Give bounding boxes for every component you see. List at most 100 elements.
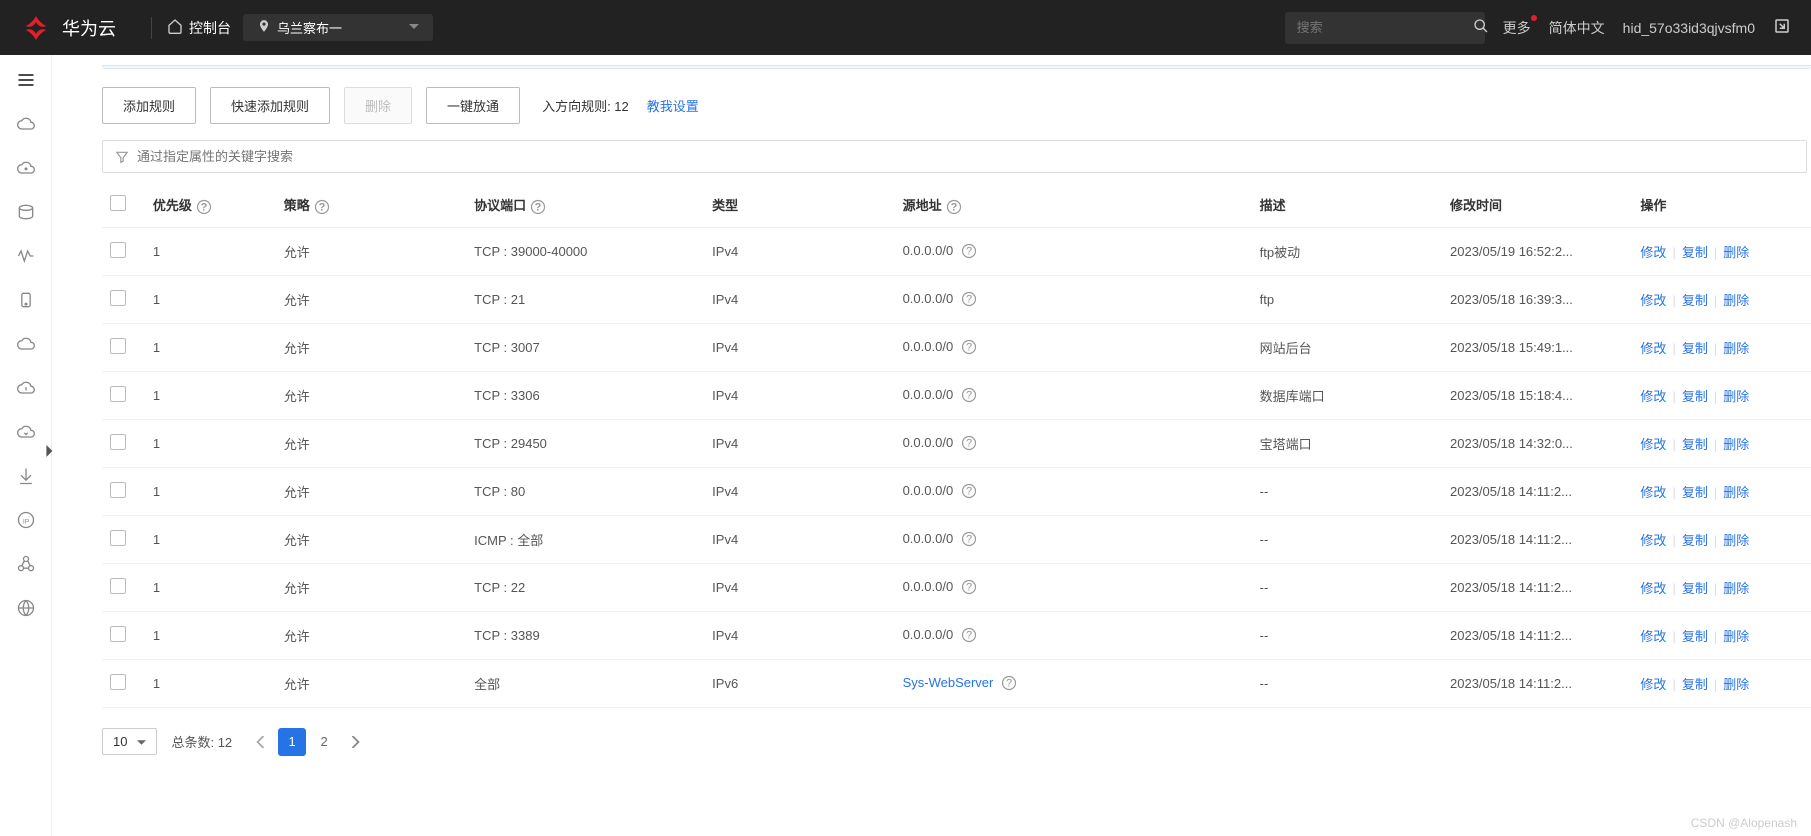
row-checkbox[interactable] bbox=[110, 386, 126, 402]
cell-source: 0.0.0.0/0 ? bbox=[895, 515, 1252, 563]
edit-link[interactable]: 修改 bbox=[1640, 437, 1666, 452]
copy-link[interactable]: 复制 bbox=[1682, 629, 1708, 644]
cell-priority: 1 bbox=[145, 467, 276, 515]
select-all-checkbox[interactable] bbox=[110, 195, 126, 211]
copy-link[interactable]: 复制 bbox=[1682, 533, 1708, 548]
delete-link[interactable]: 删除 bbox=[1723, 533, 1749, 548]
nav-device-icon[interactable] bbox=[15, 289, 37, 311]
console-link[interactable]: 控制台 bbox=[167, 18, 231, 38]
more-link[interactable]: 更多 bbox=[1503, 18, 1531, 38]
cell-actions: 修改|复制|删除 bbox=[1632, 227, 1811, 275]
copy-link[interactable]: 复制 bbox=[1682, 437, 1708, 452]
help-icon[interactable]: ? bbox=[314, 199, 330, 215]
help-icon[interactable]: ? bbox=[961, 531, 977, 547]
delete-link[interactable]: 删除 bbox=[1723, 293, 1749, 308]
copy-link[interactable]: 复制 bbox=[1682, 293, 1708, 308]
delete-link[interactable]: 删除 bbox=[1723, 245, 1749, 260]
help-icon[interactable]: ? bbox=[946, 199, 962, 215]
delete-link[interactable]: 删除 bbox=[1723, 629, 1749, 644]
search-input[interactable] bbox=[1297, 20, 1473, 35]
page-2-button[interactable]: 2 bbox=[310, 728, 338, 756]
menu-icon[interactable] bbox=[15, 69, 37, 91]
add-rule-button[interactable]: 添加规则 bbox=[102, 87, 196, 124]
edit-link[interactable]: 修改 bbox=[1640, 341, 1666, 356]
delete-link[interactable]: 删除 bbox=[1723, 437, 1749, 452]
help-icon[interactable]: ? bbox=[961, 483, 977, 499]
svg-text:?: ? bbox=[966, 438, 972, 450]
nav-cloud4-icon[interactable] bbox=[15, 377, 37, 399]
console-label: 控制台 bbox=[189, 18, 231, 38]
nav-server-icon[interactable] bbox=[15, 201, 37, 223]
cell-source: 0.0.0.0/0 ? bbox=[895, 467, 1252, 515]
row-checkbox[interactable] bbox=[110, 578, 126, 594]
copy-link[interactable]: 复制 bbox=[1682, 677, 1708, 692]
chevron-right-icon[interactable] bbox=[46, 445, 54, 460]
row-checkbox[interactable] bbox=[110, 434, 126, 450]
delete-link[interactable]: 删除 bbox=[1723, 341, 1749, 356]
edit-link[interactable]: 修改 bbox=[1640, 629, 1666, 644]
region-selector[interactable]: 乌兰察布一 bbox=[243, 14, 433, 41]
copy-link[interactable]: 复制 bbox=[1682, 581, 1708, 596]
filter-bar[interactable] bbox=[102, 140, 1807, 173]
cell-protocol: TCP : 3306 bbox=[466, 371, 704, 419]
row-checkbox[interactable] bbox=[110, 626, 126, 642]
help-icon[interactable]: ? bbox=[1001, 675, 1017, 691]
help-icon[interactable]: ? bbox=[961, 387, 977, 403]
help-icon[interactable]: ? bbox=[961, 291, 977, 307]
help-icon[interactable]: ? bbox=[961, 627, 977, 643]
nav-cloud5-icon[interactable] bbox=[15, 421, 37, 443]
col-priority: 优先级 bbox=[153, 198, 192, 213]
cell-protocol: TCP : 29450 bbox=[466, 419, 704, 467]
edit-link[interactable]: 修改 bbox=[1640, 389, 1666, 404]
help-icon[interactable]: ? bbox=[196, 199, 212, 215]
search-icon[interactable] bbox=[1473, 18, 1489, 37]
cell-protocol: TCP : 39000-40000 bbox=[466, 227, 704, 275]
language-switch[interactable]: 简体中文 bbox=[1549, 18, 1605, 38]
copy-link[interactable]: 复制 bbox=[1682, 485, 1708, 500]
edit-link[interactable]: 修改 bbox=[1640, 581, 1666, 596]
global-search[interactable] bbox=[1285, 12, 1485, 44]
copy-link[interactable]: 复制 bbox=[1682, 341, 1708, 356]
row-checkbox[interactable] bbox=[110, 290, 126, 306]
help-icon[interactable]: ? bbox=[961, 243, 977, 259]
nav-globe-icon[interactable] bbox=[15, 597, 37, 619]
help-icon[interactable]: ? bbox=[961, 579, 977, 595]
quick-add-rule-button[interactable]: 快速添加规则 bbox=[210, 87, 330, 124]
nav-arrow-icon[interactable] bbox=[15, 465, 37, 487]
help-icon[interactable]: ? bbox=[961, 435, 977, 451]
open-all-button[interactable]: 一键放通 bbox=[426, 87, 520, 124]
nav-nodes-icon[interactable] bbox=[15, 553, 37, 575]
edit-link[interactable]: 修改 bbox=[1640, 533, 1666, 548]
help-icon[interactable]: ? bbox=[530, 199, 546, 215]
row-checkbox[interactable] bbox=[110, 338, 126, 354]
external-icon[interactable] bbox=[1773, 17, 1791, 38]
edit-link[interactable]: 修改 bbox=[1640, 677, 1666, 692]
edit-link[interactable]: 修改 bbox=[1640, 293, 1666, 308]
next-page-button[interactable] bbox=[342, 728, 370, 756]
row-checkbox[interactable] bbox=[110, 674, 126, 690]
delete-link[interactable]: 删除 bbox=[1723, 389, 1749, 404]
prev-page-button[interactable] bbox=[246, 728, 274, 756]
help-setup-link[interactable]: 教我设置 bbox=[647, 96, 699, 115]
nav-cloud3-icon[interactable] bbox=[15, 333, 37, 355]
copy-link[interactable]: 复制 bbox=[1682, 245, 1708, 260]
edit-link[interactable]: 修改 bbox=[1640, 485, 1666, 500]
row-checkbox[interactable] bbox=[110, 482, 126, 498]
nav-wave-icon[interactable] bbox=[15, 245, 37, 267]
filter-input[interactable] bbox=[137, 149, 1794, 164]
page-1-button[interactable]: 1 bbox=[278, 728, 306, 756]
edit-link[interactable]: 修改 bbox=[1640, 245, 1666, 260]
copy-link[interactable]: 复制 bbox=[1682, 389, 1708, 404]
nav-ip-icon[interactable]: IP bbox=[15, 509, 37, 531]
help-icon[interactable]: ? bbox=[961, 339, 977, 355]
nav-cloud-icon[interactable] bbox=[15, 113, 37, 135]
delete-link[interactable]: 删除 bbox=[1723, 485, 1749, 500]
nav-cloud2-icon[interactable] bbox=[15, 157, 37, 179]
user-id[interactable]: hid_57o33id3qjvsfm0 bbox=[1623, 20, 1755, 36]
row-checkbox[interactable] bbox=[110, 242, 126, 258]
source-link[interactable]: Sys-WebServer bbox=[903, 675, 994, 690]
page-size-select[interactable]: 10 bbox=[102, 728, 157, 755]
delete-link[interactable]: 删除 bbox=[1723, 677, 1749, 692]
row-checkbox[interactable] bbox=[110, 530, 126, 546]
delete-link[interactable]: 删除 bbox=[1723, 581, 1749, 596]
